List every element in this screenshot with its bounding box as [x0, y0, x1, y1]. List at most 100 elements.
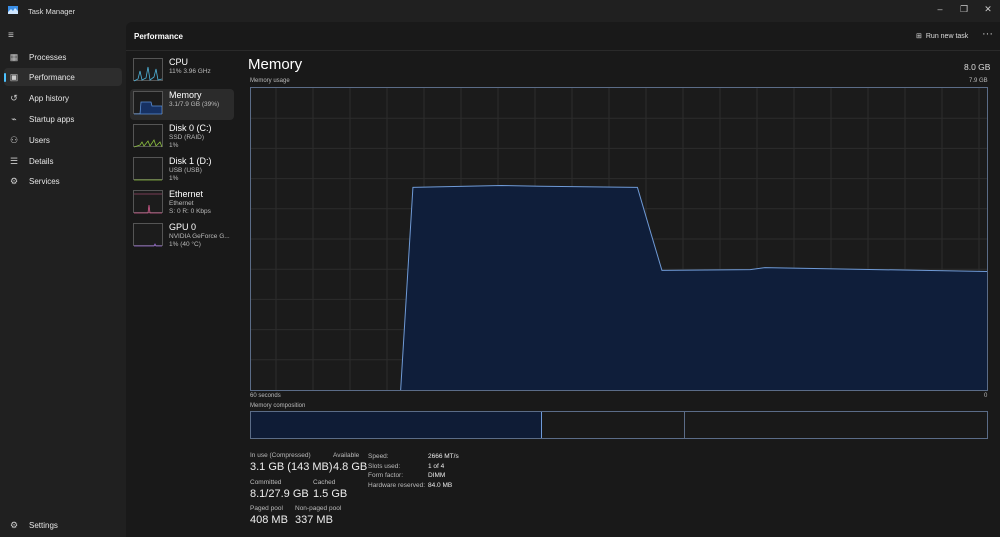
resource-name: Disk 1 (D:) — [169, 156, 212, 166]
resource-thumbnail-graph — [133, 190, 163, 214]
resource-memory[interactable]: Memory 3.1/7.9 GB (39%) — [130, 89, 234, 120]
resource-name: Memory — [169, 90, 202, 100]
users-icon: ⚇ — [9, 134, 19, 145]
memory-composition-bar — [250, 411, 988, 439]
form-factor-label: Form factor: — [368, 472, 404, 479]
minimize-button[interactable]: – — [933, 4, 947, 16]
memory-usage-label: Memory usage — [250, 78, 290, 84]
title-bar: Task Manager – ❐ ✕ — [0, 0, 1000, 22]
cached-value: 1.5 GB — [313, 488, 348, 500]
nav-performance[interactable]: ▣ Performance — [4, 68, 122, 86]
performance-icon: ▣ — [9, 71, 19, 82]
resource-detail: 11% 3.96 GHz — [169, 68, 211, 75]
divider — [126, 50, 1000, 51]
run-task-icon: ⊞ — [916, 33, 922, 40]
nav-label: Startup apps — [29, 114, 75, 124]
composition-free[interactable] — [685, 412, 987, 438]
memory-usage-chart — [251, 88, 988, 391]
run-new-task-label: Run new task — [925, 33, 969, 40]
resource-thumbnail-graph — [133, 223, 163, 247]
resource-name: CPU — [169, 57, 189, 67]
spec-labels: Speed: Slots used: Form factor: Hardware… — [368, 452, 425, 490]
resource-gpu-0[interactable]: GPU 0 NVIDIA GeForce G... 1% (40 °C) — [130, 221, 234, 252]
available-value: 4.8 GB — [333, 461, 368, 473]
hw-reserved-label: Hardware reserved: — [368, 481, 426, 489]
nav-startup-apps[interactable]: ⌁ Startup apps — [4, 110, 122, 128]
resource-detail-2: S: 0 R: 0 Kbps — [169, 208, 211, 215]
app-logo-icon — [8, 6, 18, 14]
paged-pool-value: 408 MB — [250, 514, 288, 526]
services-icon: ⚙ — [9, 175, 19, 186]
resource-thumbnail-graph — [133, 58, 163, 82]
details-icon: ☰ — [9, 155, 19, 166]
composition-label: Memory composition — [250, 403, 306, 409]
resource-name: Disk 0 (C:) — [169, 123, 212, 133]
composition-in-use[interactable] — [251, 412, 543, 438]
memory-title: Memory — [248, 56, 303, 73]
resource-thumbnail-graph — [133, 124, 163, 148]
form-factor-value: DIMM — [428, 472, 446, 479]
resource-detail: USB (USB) — [169, 167, 202, 174]
resource-detail: Ethernet — [169, 200, 194, 207]
resource-detail: SSD (RAID) — [169, 134, 205, 141]
non-paged-pool-value: 337 MB — [295, 514, 333, 526]
nav-label: Performance — [29, 72, 75, 82]
in-use-value: 3.1 GB (143 MB) — [250, 461, 333, 473]
resource-name: GPU 0 — [169, 222, 197, 232]
resource-detail-2: 1% — [169, 142, 179, 149]
nav-settings[interactable]: ⚙ Settings — [4, 516, 122, 534]
non-paged-pool-label: Non-paged pool — [295, 505, 342, 512]
memory-total: 8.0 GB — [964, 62, 991, 72]
nav-label: Services — [29, 176, 60, 186]
nav-label: Details — [29, 156, 54, 166]
x-axis-left-label: 60 seconds — [250, 393, 281, 399]
speed-value: 2666 MT/s — [428, 453, 459, 460]
slots-value: 1 of 4 — [428, 462, 445, 470]
app-title: Task Manager — [28, 7, 76, 16]
nav-label: Settings — [29, 520, 58, 530]
startup-icon: ⌁ — [11, 113, 17, 124]
nav-services[interactable]: ⚙ Services — [4, 172, 122, 190]
max-label: 7.9 GB — [969, 78, 988, 84]
spec-values: 2666 MT/s 1 of 4 DIMM 84.0 MB — [428, 452, 459, 490]
more-options-button[interactable]: ··· — [982, 28, 993, 40]
page-title: Performance — [134, 32, 183, 41]
resource-ethernet[interactable]: Ethernet Ethernet S: 0 R: 0 Kbps — [130, 188, 234, 219]
resource-detail: NVIDIA GeForce G... — [169, 233, 230, 240]
committed-value: 8.1/27.9 GB — [250, 488, 309, 500]
nav-users[interactable]: ⚇ Users — [4, 131, 122, 149]
resource-thumbnail-graph — [133, 91, 163, 115]
cached-label: Cached — [313, 479, 336, 486]
hw-reserved-value: 84.0 MB — [428, 481, 453, 489]
nav-label: Processes — [29, 52, 67, 62]
hamburger-menu-icon[interactable]: ≡ — [8, 30, 14, 41]
processes-icon: ▦ — [9, 51, 19, 62]
speed-label: Speed: — [368, 453, 389, 460]
nav-label: Users — [29, 135, 50, 145]
resource-detail-2: 1% — [169, 175, 179, 182]
resource-thumbnail-graph — [133, 157, 163, 181]
active-indicator — [4, 73, 6, 82]
nav-app-history[interactable]: ↺ App history — [4, 89, 122, 107]
resource-disk-0-c[interactable]: Disk 0 (C:) SSD (RAID) 1% — [130, 122, 234, 153]
slots-label: Slots used: — [368, 462, 401, 470]
composition-standby[interactable] — [542, 412, 686, 438]
paged-pool-label: Paged pool — [250, 505, 283, 512]
resource-cpu[interactable]: CPU 11% 3.96 GHz — [130, 56, 234, 87]
restore-button[interactable]: ❐ — [957, 4, 971, 16]
history-icon: ↺ — [10, 92, 18, 103]
run-new-task-button[interactable]: ⊞ Run new task — [916, 32, 968, 40]
memory-usage-graph — [250, 87, 988, 391]
settings-icon: ⚙ — [9, 519, 19, 530]
in-use-label: In use (Compressed) — [250, 452, 311, 459]
available-label: Available — [333, 452, 360, 459]
nav-label: App history — [29, 93, 70, 103]
main-content: Performance ⊞ Run new task ··· CPU 11% 3.… — [126, 22, 1000, 537]
resource-disk-1-d[interactable]: Disk 1 (D:) USB (USB) 1% — [130, 155, 234, 186]
resource-detail-2: 1% (40 °C) — [169, 241, 201, 248]
close-button[interactable]: ✕ — [981, 4, 995, 16]
committed-label: Committed — [250, 479, 282, 486]
sidebar: ≡ ▦ Processes ▣ Performance ↺ App history ⌁… — [0, 22, 126, 537]
nav-processes[interactable]: ▦ Processes — [4, 48, 122, 66]
nav-details[interactable]: ☰ Details — [4, 152, 122, 170]
